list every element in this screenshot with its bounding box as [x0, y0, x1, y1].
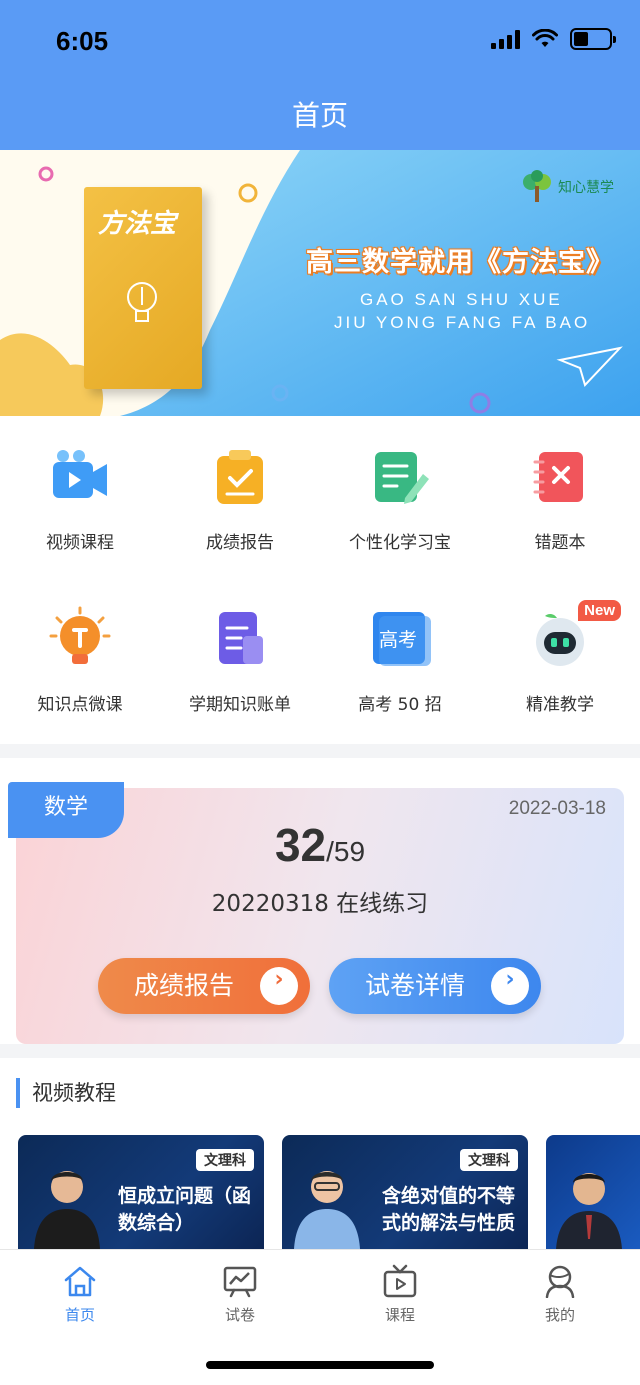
grid-item-knowledge-microclass[interactable]: 知识点微课: [0, 606, 160, 715]
tab-courses[interactable]: 课程: [320, 1264, 480, 1325]
video-card-partial[interactable]: [546, 1135, 640, 1249]
grid-item-label: 知识点微课: [37, 695, 123, 715]
video-tag: 文理科: [460, 1149, 518, 1171]
promo-banner[interactable]: 方法宝 知心慧学 高三数学就用《方法宝》 GAO SAN SHU XUE JIU…: [0, 150, 640, 416]
tree-icon: [523, 170, 551, 202]
document-list-icon: [207, 606, 273, 672]
feature-grid: 视频课程 成绩报告 个性化学习宝 错题本 知识点微课 学期知识账单 高考 高考 …: [0, 416, 640, 746]
brand-logo: 知心慧学: [520, 170, 614, 204]
book-title: 方法宝: [98, 209, 177, 239]
top-bar: 6:05 首页: [0, 0, 640, 150]
section-divider: [0, 744, 640, 758]
grid-item-label: 成绩报告: [206, 533, 274, 553]
grid-item-label: 错题本: [534, 533, 586, 553]
score-report-button[interactable]: 成绩报告 ›: [98, 958, 310, 1014]
grid-item-gaokao-50[interactable]: 高考 高考 50 招: [320, 606, 480, 715]
grid-item-semester-bill[interactable]: 学期知识账单: [160, 606, 320, 715]
video-title: 含绝对值的不等式的解法与性质: [382, 1185, 516, 1234]
grid-item-score-report[interactable]: 成绩报告: [160, 444, 320, 553]
gaokao-icon-text: 高考: [379, 629, 417, 651]
tab-label: 我的: [544, 1306, 575, 1324]
grid-item-personal-study[interactable]: 个性化学习宝: [320, 444, 480, 553]
score-value: 32: [274, 819, 327, 871]
new-badge: New: [578, 600, 621, 621]
video-camera-icon: [47, 444, 113, 510]
book-cover: 方法宝: [84, 187, 202, 389]
video-card[interactable]: 文理科 恒成立问题（函数综合）: [18, 1135, 264, 1249]
tab-papers[interactable]: 试卷: [160, 1264, 320, 1325]
user-icon: [545, 1265, 575, 1298]
logo-text: 知心慧学: [558, 180, 614, 196]
paper-details-button[interactable]: 试卷详情 ›: [329, 958, 541, 1014]
section-divider: [0, 1044, 640, 1058]
signal-icon: [491, 29, 520, 49]
teacher-photo: [34, 1171, 100, 1249]
practice-score: 32/59: [16, 818, 624, 872]
home-icon: [64, 1266, 96, 1297]
chart-board-icon: [223, 1266, 257, 1298]
robot-icon: New: [527, 600, 621, 672]
lightbulb-icon: [47, 606, 113, 672]
video-card[interactable]: 文理科 含绝对值的不等式的解法与性质: [282, 1135, 528, 1249]
grid-item-video-course[interactable]: 视频课程: [0, 444, 160, 553]
grid-item-precision-teaching[interactable]: New 精准教学: [480, 600, 640, 715]
button-label: 成绩报告: [134, 971, 235, 1000]
grid-item-label: 个性化学习宝: [349, 533, 451, 553]
banner-pinyin-line-1: GAO SAN SHU XUE: [360, 290, 563, 309]
grid-item-wrong-questions[interactable]: 错题本: [480, 444, 640, 553]
score-total: /59: [326, 836, 366, 867]
practice-date: 2022-03-18: [508, 798, 606, 819]
grid-item-label: 视频课程: [46, 533, 114, 553]
tab-home[interactable]: 首页: [0, 1264, 160, 1325]
wrong-notebook-icon: [527, 444, 593, 510]
status-icons: [491, 28, 616, 50]
clipboard-check-icon: [207, 444, 273, 510]
chevron-right-icon: ›: [260, 967, 298, 1005]
teacher-photo: [294, 1171, 360, 1249]
gaokao-book-icon: 高考: [367, 606, 433, 672]
section-title-videos: 视频教程: [16, 1078, 116, 1108]
button-label: 试卷详情: [365, 971, 466, 1000]
grid-item-label: 学期知识账单: [189, 695, 291, 715]
tab-mine[interactable]: 我的: [480, 1264, 640, 1325]
video-title: 恒成立问题（函数综合）: [118, 1185, 252, 1234]
tv-play-icon: [383, 1264, 417, 1298]
tab-label: 首页: [64, 1306, 95, 1324]
practice-card[interactable]: 数学 2022-03-18 32/59 20220318 在线练习 成绩报告 ›…: [8, 782, 624, 1044]
banner-headline: 高三数学就用《方法宝》: [306, 247, 614, 278]
page-title: 首页: [291, 99, 348, 132]
status-time: 6:05: [56, 26, 109, 56]
battery-icon: [570, 28, 616, 50]
grid-item-label: 精准教学: [526, 695, 594, 715]
tab-label: 试卷: [224, 1306, 255, 1324]
home-indicator: [206, 1361, 434, 1369]
practice-name: 20220318 在线练习: [211, 891, 429, 917]
teacher-photo: [556, 1173, 622, 1249]
grid-item-label: 高考 50 招: [358, 695, 442, 715]
banner-pinyin-line-2: JIU YONG FANG FA BAO: [334, 313, 591, 332]
notebook-pen-icon: [367, 444, 433, 510]
wifi-icon: [532, 29, 558, 47]
lightbulb-icon: [127, 282, 157, 322]
tab-label: 课程: [384, 1306, 415, 1324]
video-tag: 文理科: [196, 1149, 254, 1171]
chevron-right-icon: ›: [491, 967, 529, 1005]
